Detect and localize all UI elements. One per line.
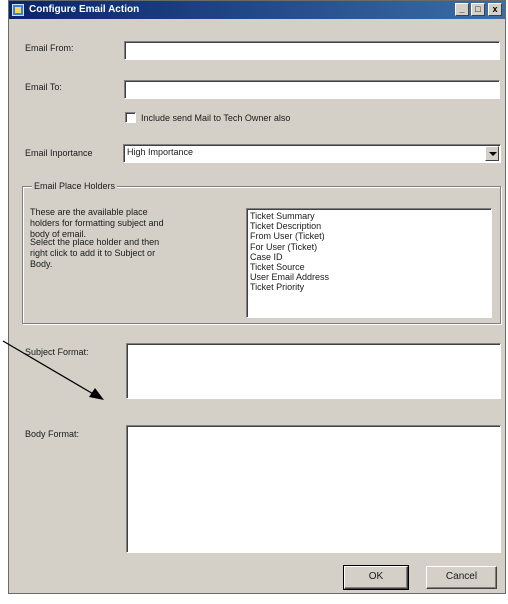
subject-format-field[interactable] <box>126 343 501 399</box>
placeholder-item[interactable]: Ticket Priority <box>250 282 491 292</box>
placeholder-item[interactable]: Ticket Summary <box>250 211 491 221</box>
configure-email-dialog: Configure Email Action _ □ x Email From:… <box>8 0 506 594</box>
email-to-field[interactable] <box>124 80 500 99</box>
dropdown-arrow-icon[interactable] <box>485 146 499 161</box>
email-from-field[interactable] <box>124 41 500 60</box>
email-importance-select[interactable]: High Importance <box>123 144 501 163</box>
subject-format-label: Subject Format: <box>25 347 89 357</box>
placeholder-item[interactable]: From User (Ticket) <box>250 231 491 241</box>
placeholders-help-1: These are the available place holders fo… <box>30 207 164 239</box>
placeholders-help-2: Select the place holder and then right c… <box>30 237 160 269</box>
maximize-button[interactable]: □ <box>471 3 485 16</box>
close-button[interactable]: x <box>488 3 502 16</box>
email-to-label: Email To: <box>25 82 62 92</box>
title-bar: Configure Email Action _ □ x <box>9 1 505 19</box>
placeholders-group-title: Email Place Holders <box>32 181 118 191</box>
placeholders-listbox[interactable]: Ticket Summary Ticket Description From U… <box>246 208 492 318</box>
placeholder-item[interactable]: Ticket Description <box>250 221 491 231</box>
body-format-field[interactable] <box>126 425 501 553</box>
body-format-label: Body Format: <box>25 429 80 439</box>
placeholder-item[interactable]: User Email Address <box>250 272 491 282</box>
minimize-button[interactable]: _ <box>455 3 469 16</box>
window-title: Configure Email Action <box>29 4 140 15</box>
cancel-button[interactable]: Cancel <box>426 566 497 589</box>
email-importance-label: Email Inportance <box>25 148 93 158</box>
include-tech-owner-label: Include send Mail to Tech Owner also <box>141 113 291 123</box>
placeholder-item[interactable]: Case ID <box>250 252 491 262</box>
app-icon <box>12 4 24 16</box>
placeholder-item[interactable]: For User (Ticket) <box>250 242 491 252</box>
email-importance-value: High Importance <box>127 147 194 157</box>
email-from-label: Email From: <box>25 43 74 53</box>
ok-button[interactable]: OK <box>343 565 409 590</box>
placeholder-item[interactable]: Ticket Source <box>250 262 491 272</box>
include-tech-owner-checkbox[interactable] <box>125 112 136 123</box>
